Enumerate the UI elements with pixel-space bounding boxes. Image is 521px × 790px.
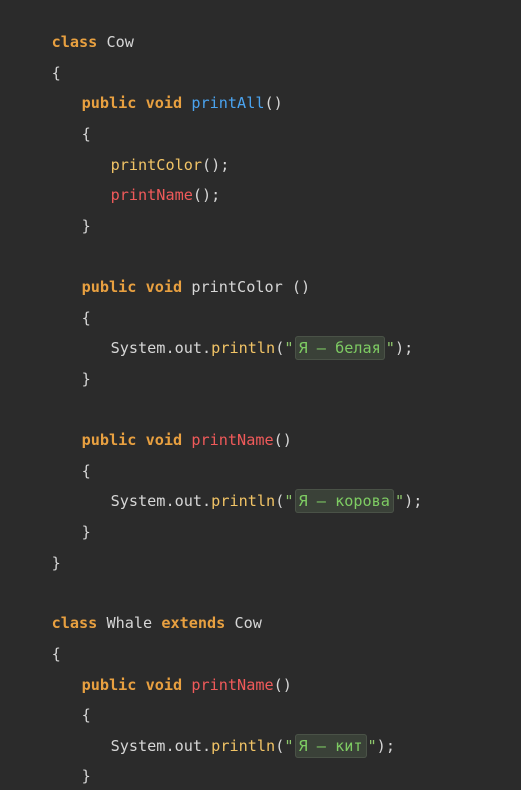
string-literal: Я — кит xyxy=(294,734,367,758)
code-line-method-printall: public void printAll() xyxy=(45,58,283,112)
brace: } xyxy=(81,370,91,388)
code-line-brace-open: { xyxy=(45,273,91,327)
parens: () xyxy=(273,431,292,449)
keyword-void: void xyxy=(145,431,183,449)
keyword-void: void xyxy=(145,676,183,694)
string-literal: Я — белая xyxy=(294,336,385,360)
method-name: printName xyxy=(191,431,274,449)
call-suffix: (); xyxy=(192,186,221,204)
method-name: printColor () xyxy=(182,278,311,296)
code-line-println-cow: System.out.println(" Я — корова "); xyxy=(74,456,422,513)
code-line-brace-open: { xyxy=(15,28,61,82)
parens: () xyxy=(273,676,292,694)
code-line-brace-close: } xyxy=(45,731,91,785)
brace: } xyxy=(51,554,61,572)
code-line-brace-open: { xyxy=(45,89,91,143)
system-out: System.out. xyxy=(110,339,212,357)
println-call: println xyxy=(211,492,276,510)
quote-open: " xyxy=(284,339,294,357)
call-end: ); xyxy=(394,339,414,357)
quote-open: " xyxy=(284,737,294,755)
parent-class-name: Cow xyxy=(225,614,262,632)
code-line-brace-open: { xyxy=(45,426,91,480)
code-line-method-printcolor: public void printColor () xyxy=(45,242,311,296)
call-end: ); xyxy=(376,737,395,755)
code-line-brace-open: { xyxy=(45,670,91,724)
class-name: Whale xyxy=(97,614,162,632)
code-line-class-whale: class Whale extends Cow xyxy=(15,578,262,632)
method-name: printAll xyxy=(191,94,265,112)
code-line-call-printcolor: printColor(); xyxy=(74,120,230,174)
code-line-brace-close: } xyxy=(45,181,91,235)
code-line-println-white: System.out.println(" Я — белая "); xyxy=(74,303,413,360)
println-call: println xyxy=(211,737,276,755)
brace: } xyxy=(81,217,91,235)
code-line-class-cow: class Cow xyxy=(15,0,134,51)
code-line-brace-close: } xyxy=(45,487,91,541)
quote-open: " xyxy=(284,492,294,510)
string-literal: Я — корова xyxy=(294,489,394,513)
call-end: ); xyxy=(404,492,423,510)
code-line-brace-close: } xyxy=(15,761,61,790)
paren-open: ( xyxy=(275,492,285,510)
code-line-method-printname-override: public void printName() xyxy=(45,640,292,694)
parens: () xyxy=(264,94,283,112)
code-line-brace-close: } xyxy=(15,518,61,572)
paren-open: ( xyxy=(275,339,285,357)
quote-close: " xyxy=(394,492,405,510)
quote-close: " xyxy=(385,339,395,357)
code-line-method-printname: public void printName() xyxy=(45,395,292,449)
code-line-call-printname: printName(); xyxy=(74,150,221,204)
system-out: System.out. xyxy=(110,492,212,510)
println-call: println xyxy=(211,339,276,357)
keyword-extends: extends xyxy=(161,614,226,632)
class-name: Cow xyxy=(97,33,134,51)
keyword-void: void xyxy=(145,278,183,296)
paren-open: ( xyxy=(275,737,285,755)
quote-close: " xyxy=(367,737,377,755)
method-call: printName xyxy=(110,186,193,204)
method-name: printName xyxy=(191,676,274,694)
brace: } xyxy=(81,523,91,541)
code-line-brace-open: { xyxy=(15,609,61,663)
code-block: class Cow { public void printAll() { pri… xyxy=(0,0,521,790)
keyword-void: void xyxy=(145,94,183,112)
brace: } xyxy=(81,767,91,785)
code-line-brace-close: } xyxy=(45,334,91,388)
code-line-println-whale: System.out.println(" Я — кит "); xyxy=(74,701,395,758)
system-out: System.out. xyxy=(110,737,212,755)
